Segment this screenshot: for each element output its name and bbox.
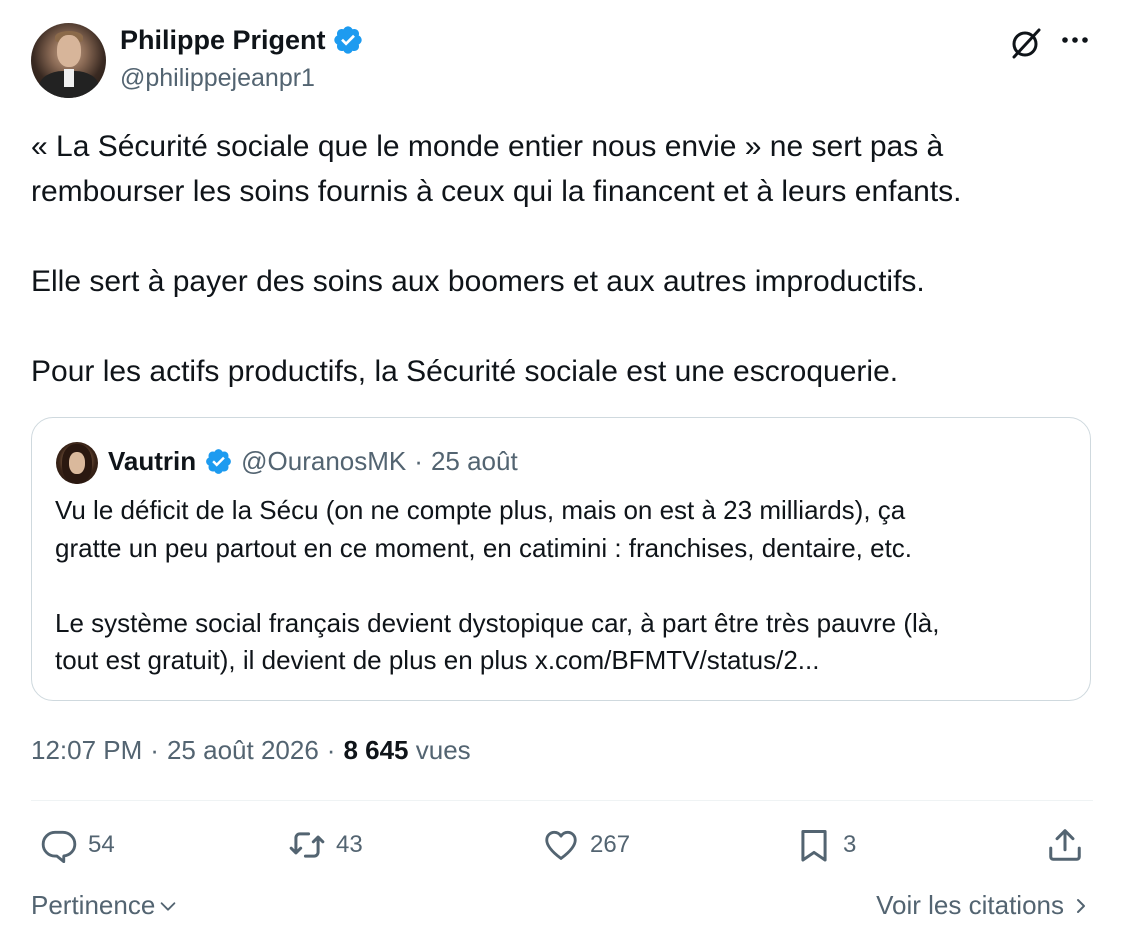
quote-avatar[interactable]	[56, 442, 98, 484]
quote-author-handle[interactable]: @OuranosMK	[241, 446, 406, 477]
quote-header: Vautrin @OuranosMK · 25 août	[108, 446, 518, 477]
share-button[interactable]	[1046, 826, 1084, 864]
tweet-line: « La Sécurité sociale que le monde entie…	[31, 130, 944, 163]
quote-text: Vu le déficit de la Sécu (on ne compte p…	[55, 492, 1065, 680]
quote-line: Le système social français devient dysto…	[55, 607, 940, 638]
quote-line: Vu le déficit de la Sécu (on ne compte p…	[55, 495, 906, 525]
like-icon	[545, 830, 577, 860]
meta-separator: ·	[150, 735, 159, 765]
chevron-down-icon	[160, 901, 176, 911]
bookmark-button[interactable]: 3	[795, 826, 856, 864]
quote-separator: ·	[414, 446, 423, 476]
author-avatar[interactable]	[31, 23, 106, 98]
bookmark-icon	[801, 830, 827, 862]
share-icon	[1049, 829, 1081, 861]
like-button[interactable]: 267	[542, 826, 630, 864]
sort-label: Pertinence	[31, 890, 156, 920]
quoted-tweet[interactable]: Vautrin @OuranosMK · 25 août Vu le défic…	[31, 417, 1091, 701]
tweet-text: « La Sécurité sociale que le monde entie…	[31, 124, 1091, 394]
quote-author-name[interactable]: Vautrin	[108, 446, 196, 477]
tweet-line: Pour les actifs productifs, la Sécurité …	[31, 355, 899, 388]
verified-badge-icon	[333, 26, 362, 54]
reply-icon	[41, 830, 77, 864]
repost-count: 43	[336, 831, 363, 858]
like-count: 267	[590, 831, 631, 858]
quote-date[interactable]: 25 août	[431, 446, 518, 477]
tweet-line: Elle sert à payer des soins aux boomers …	[31, 265, 925, 298]
view-quotes-link[interactable]: Voir les citations	[876, 890, 1090, 921]
bookmark-count: 3	[843, 831, 857, 858]
grok-icon[interactable]	[1008, 26, 1044, 60]
verified-badge-icon	[206, 449, 232, 474]
divider	[31, 800, 1093, 801]
chevron-right-icon	[1077, 898, 1085, 913]
tweet-meta: 12:07 PM · 25 août 2026 · 8 645 vues	[31, 735, 471, 766]
views-count: 8 645	[343, 735, 409, 765]
meta-separator: ·	[326, 735, 336, 765]
sort-dropdown[interactable]: Pertinence	[31, 890, 179, 921]
author-handle[interactable]: @philippejeanpr1	[120, 64, 315, 93]
views-label: vues	[415, 735, 471, 765]
tweet-time[interactable]: 12:07 PM	[31, 735, 142, 766]
quote-line: gratte un peu partout en ce moment, en c…	[55, 532, 913, 563]
reply-count: 54	[88, 831, 115, 858]
repost-icon	[289, 832, 325, 858]
tweet-date[interactable]: 25 août 2026	[167, 735, 319, 766]
repost-button[interactable]: 43	[288, 826, 363, 864]
author-name-text[interactable]: Philippe Prigent	[120, 25, 326, 56]
view-quotes-label: Voir les citations	[876, 890, 1064, 920]
quote-line: tout est gratuit), il devient de plus en…	[55, 645, 820, 675]
more-icon[interactable]	[1059, 28, 1091, 52]
author-name[interactable]: Philippe Prigent	[120, 24, 364, 56]
tweet-line: rembourser les soins fournis à ceux qui …	[31, 175, 962, 208]
reply-button[interactable]: 54	[40, 826, 115, 864]
